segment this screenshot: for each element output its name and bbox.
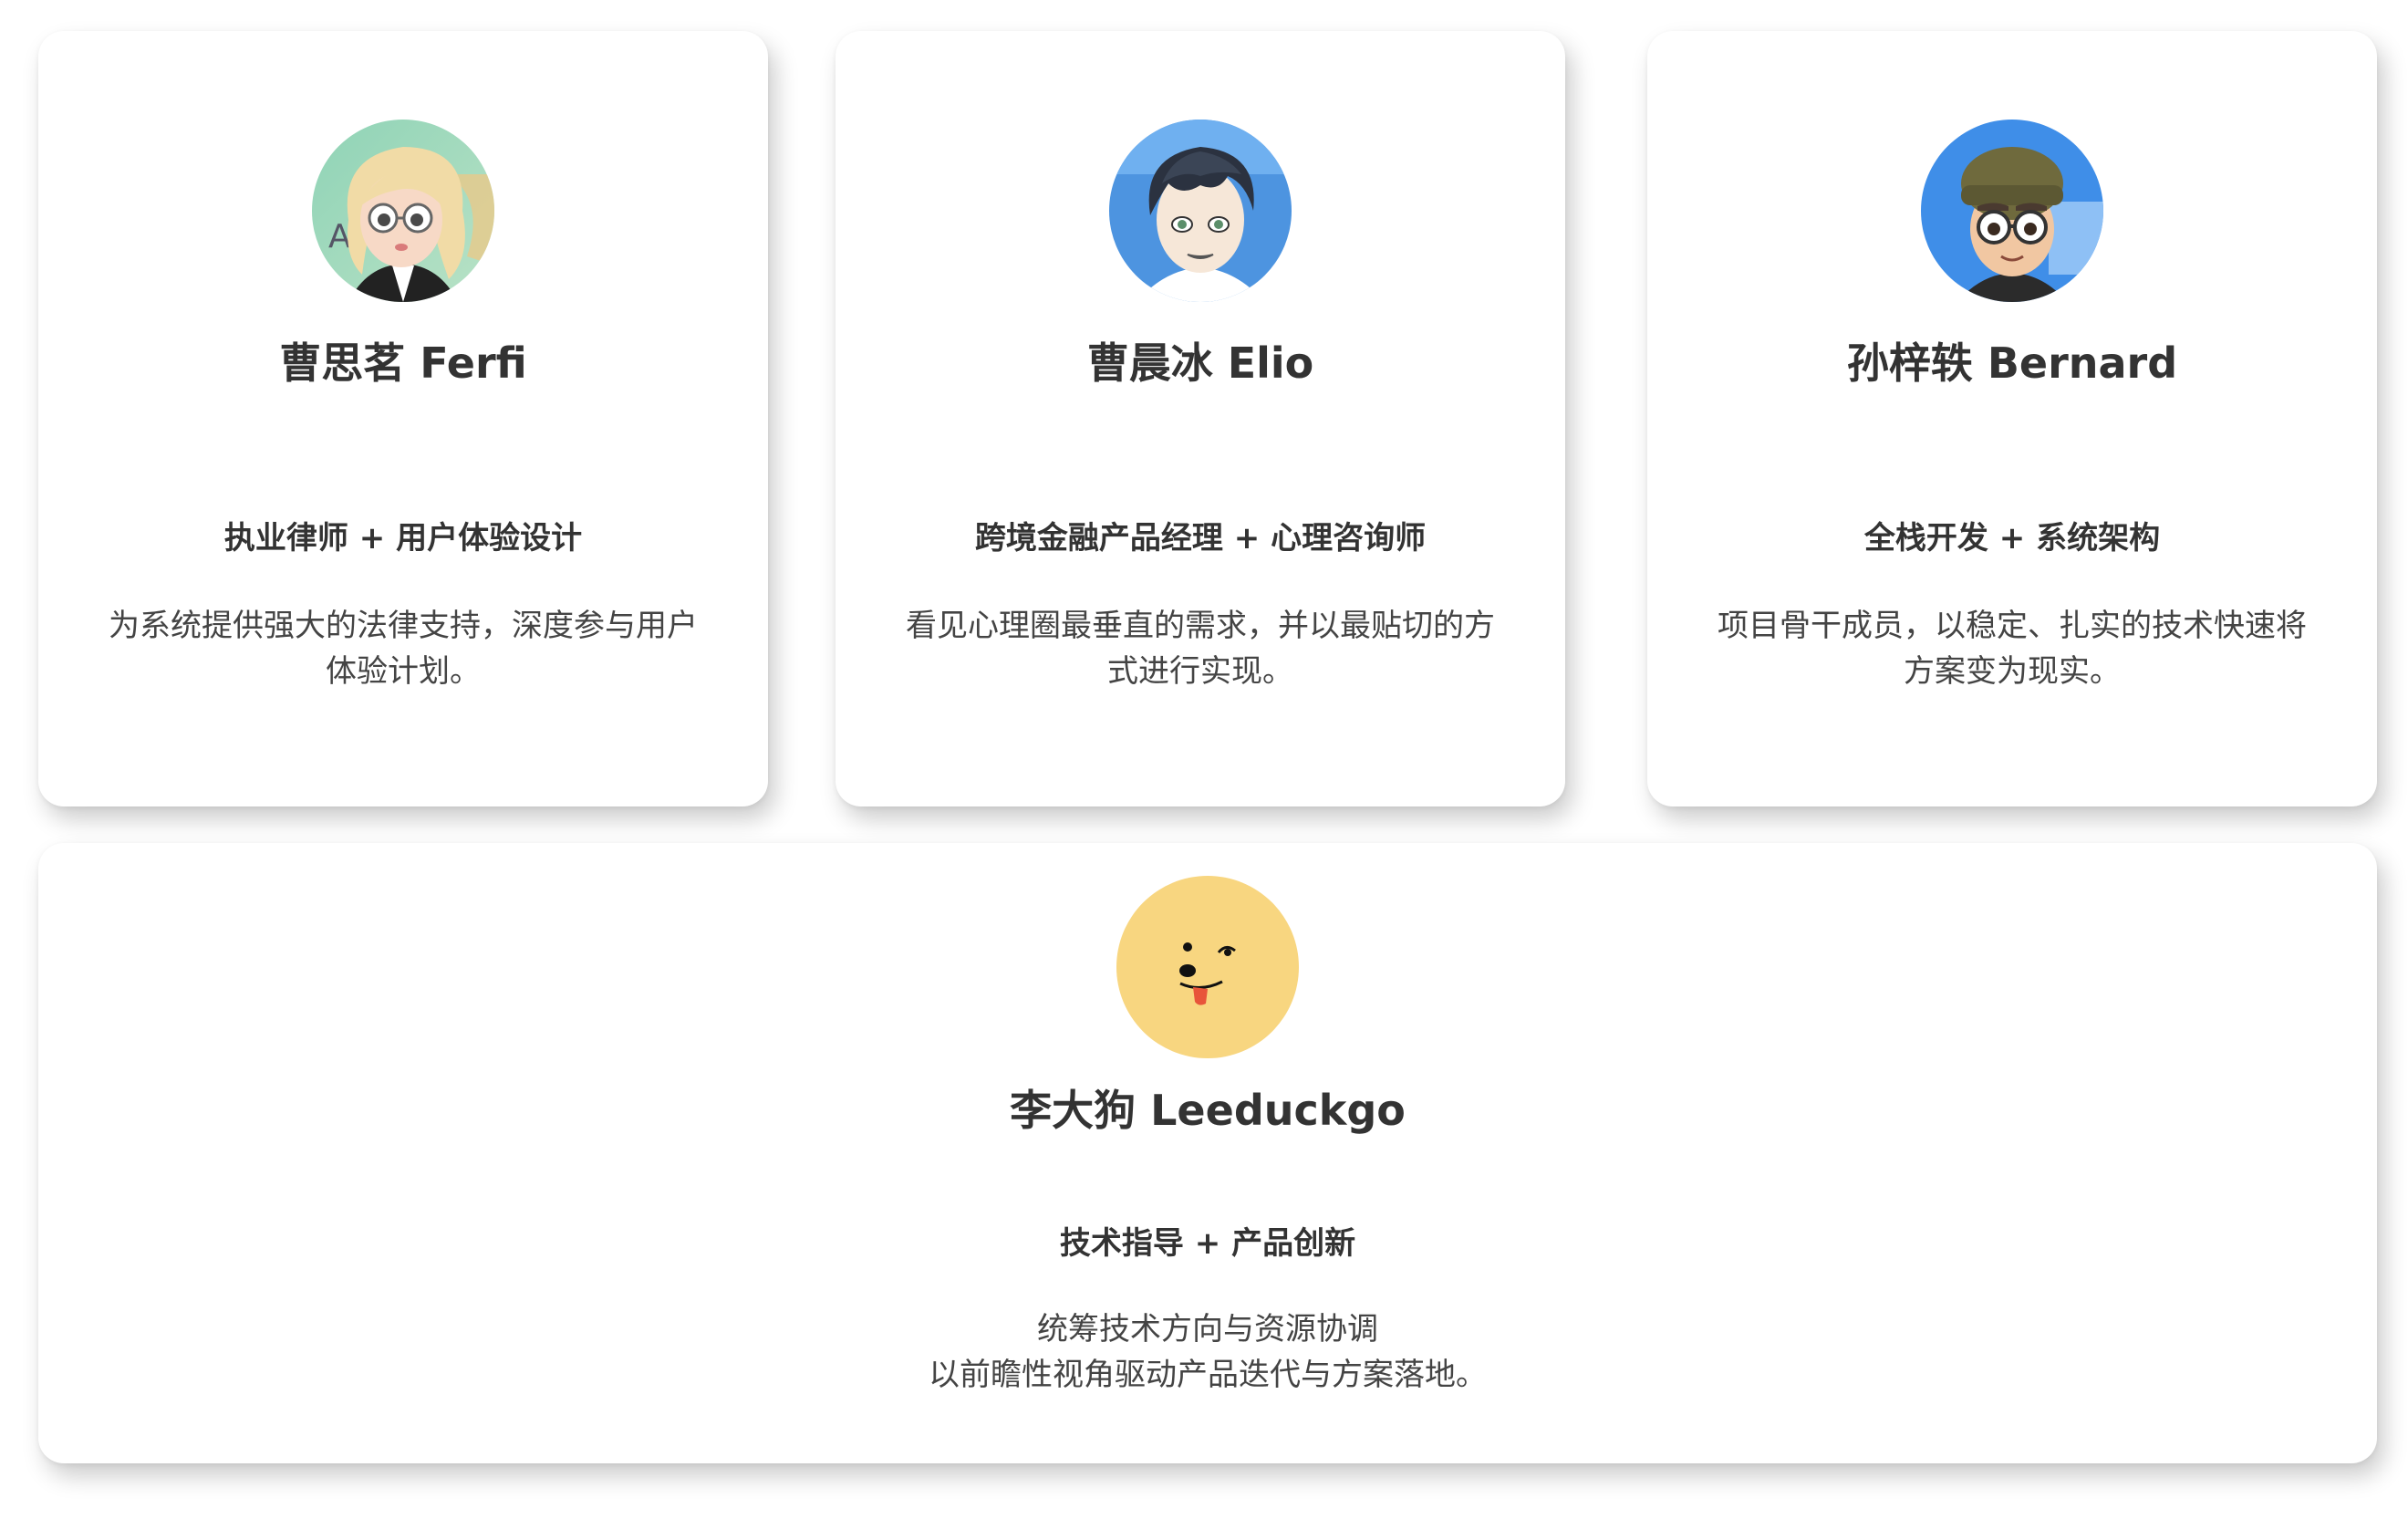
girl-avatar-icon: AI [312,120,494,302]
description-line: 式进行实现。 [1107,652,1293,690]
member-name: 曹思茗 Ferfi [279,338,527,388]
description-line: 项目骨干成员，以稳定、扎实的技术快速将 [1718,607,2307,644]
description-line: 以前瞻性视角驱动产品迭代与方案落地。 [929,1356,1487,1393]
member-card-bernard: 孙梓轶 Bernard 全栈开发 + 系统架构 项目骨干成员，以稳定、扎实的技术… [1647,31,2377,806]
member-description: 看见心理圈最垂直的需求，并以最贴切的方 式进行实现。 [881,603,1520,694]
member-card-leeduckgo: 李大狗 Leeduckgo 技术指导 + 产品创新 统筹技术方向与资源协调 以前… [38,843,2377,1463]
team-page: AI 曹思茗 Ferfi 执业律师 + 用户体验设计 为系统提供强大的法律支持，… [0,0,2408,1540]
member-role: 全栈开发 + 系统架构 [1863,519,2161,557]
beanie-boy-avatar-icon [1921,120,2103,302]
description-line: 为系统提供强大的法律支持，深度参与用户 [109,607,698,644]
member-role: 跨境金融产品经理 + 心理咨询师 [974,519,1427,557]
member-card-ferfi: AI 曹思茗 Ferfi 执业律师 + 用户体验设计 为系统提供强大的法律支持，… [38,31,768,806]
member-name: 李大狗 Leeduckgo [1010,1086,1406,1135]
member-description: 为系统提供强大的法律支持，深度参与用户 体验计划。 [84,603,722,694]
description-line: 统筹技术方向与资源协调 [1037,1310,1378,1348]
member-description: 统筹技术方向与资源协调 以前瞻性视角驱动产品迭代与方案落地。 [660,1306,1755,1398]
anime-boy-avatar-icon [1109,120,1292,302]
description-line: 方案变为现实。 [1904,652,2121,690]
description-line: 看见心理圈最垂直的需求，并以最贴切的方 [906,607,1495,644]
member-name: 孙梓轶 Bernard [1846,338,2178,388]
member-description: 项目骨干成员，以稳定、扎实的技术快速将 方案变为现实。 [1693,603,2331,694]
doge-avatar-icon [1116,876,1299,1058]
member-role: 执业律师 + 用户体验设计 [223,519,583,557]
member-name: 曹晨冰 Elio [1086,338,1314,388]
description-line: 体验计划。 [326,652,481,690]
member-card-elio: 曹晨冰 Elio 跨境金融产品经理 + 心理咨询师 看见心理圈最垂直的需求，并以… [836,31,1565,806]
member-role: 技术指导 + 产品创新 [1059,1224,1356,1262]
